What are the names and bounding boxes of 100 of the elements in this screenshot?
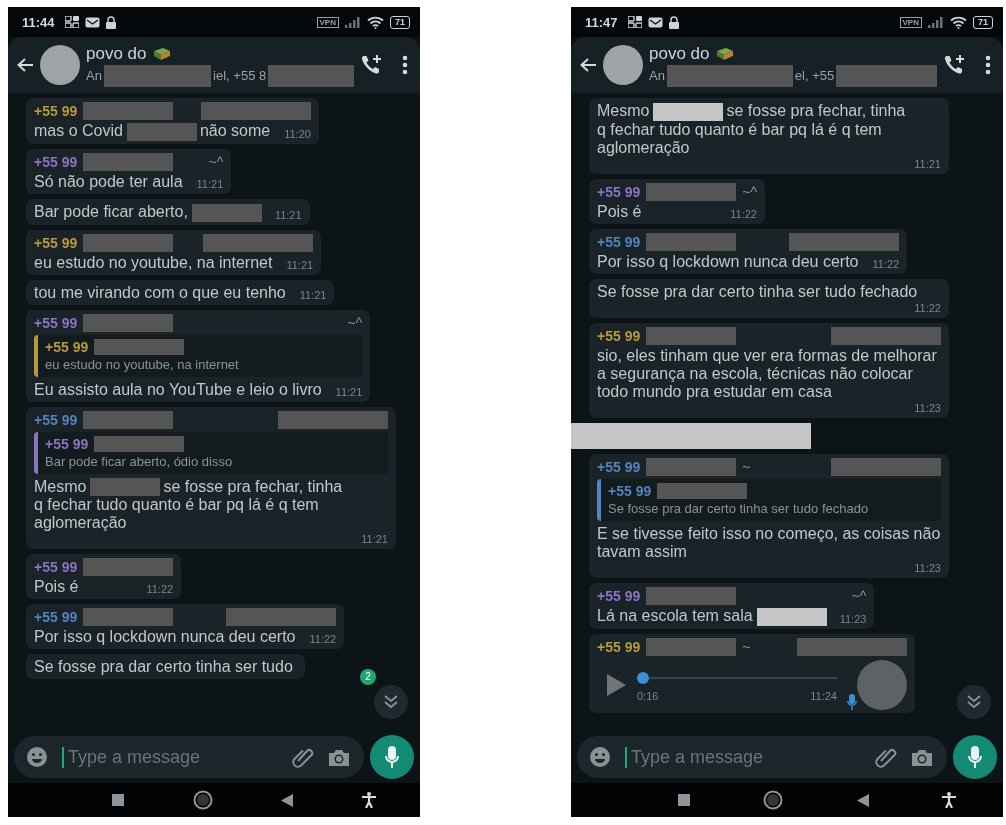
signal-icon — [928, 16, 944, 28]
sender-number: +55 99 — [608, 481, 652, 500]
message-text: aglomeração — [597, 138, 690, 157]
camera-icon[interactable] — [911, 747, 933, 767]
circle-icon[interactable] — [192, 790, 213, 810]
sender-note: ~ — [742, 637, 751, 656]
paperclip-icon[interactable] — [875, 746, 897, 768]
message-time: 11:22 — [872, 256, 900, 271]
message-text: Se fosse pra dar certo tinha ser tudo — [34, 658, 293, 677]
back-arrow-icon[interactable] — [579, 57, 597, 73]
message-time: 11:23 — [839, 611, 867, 626]
emoji-icon[interactable] — [26, 746, 48, 768]
message-text: sio, eles tinham que ver era formas de melhorar a segurança na escola, técnicas não colocar todo mundo pra estudar em casa — [597, 346, 937, 400]
message-text: Lá na escola tem sala — [597, 606, 753, 624]
scroll-down-button[interactable] — [957, 685, 991, 719]
message-text: não some — [199, 122, 271, 140]
microphone-icon — [847, 693, 857, 710]
paperclip-icon[interactable] — [292, 746, 314, 768]
add-call-icon[interactable] — [360, 54, 382, 76]
sender-number: +55 99 — [34, 102, 78, 120]
more-options-icon[interactable] — [985, 55, 991, 75]
wifi-icon — [950, 15, 967, 29]
emoji-icon[interactable] — [589, 746, 611, 768]
battery-indicator: 71 — [390, 15, 410, 29]
message-time: 11:23 — [914, 400, 941, 415]
group-avatar[interactable] — [40, 45, 80, 85]
message-text: Pois é — [597, 202, 642, 220]
message-text: se fosse pra fechar, tinha — [726, 102, 906, 120]
message-text: tou me virando com o que eu tenho — [34, 283, 286, 302]
sender-number: +55 99 — [597, 637, 641, 656]
status-time: 11:44 — [22, 14, 55, 30]
quoted-message[interactable]: +55 99 Bar pode ficar aberto, ódio disso — [34, 431, 388, 474]
quoted-text: Se fosse pra dar certo tinha ser tudo fechado — [608, 499, 870, 518]
message-text: se fosse pra fechar, tinha — [163, 477, 343, 496]
message-text: Bar pode ficar aberto, — [34, 202, 188, 221]
group-members: el, +55 — [794, 68, 835, 83]
message-time: 11:23 — [914, 560, 941, 575]
message-field[interactable]: Type a message — [14, 736, 364, 778]
message-time: 11:24 — [810, 688, 837, 703]
status-time: 11:47 — [585, 14, 618, 30]
back-arrow-icon[interactable] — [16, 57, 34, 73]
voice-message-button[interactable] — [953, 735, 997, 779]
message-text: q fechar tudo quanto é bar pq lá é q tem — [34, 496, 319, 515]
lock-icon — [668, 15, 679, 29]
sender-number: +55 99 — [597, 182, 641, 201]
sender-number: +55 99 — [34, 233, 78, 252]
square-icon[interactable] — [677, 794, 690, 806]
quoted-message[interactable]: +55 99 Se fosse pra dar certo tinha ser tudo fechado — [597, 478, 941, 521]
sender-number: +55 99 — [597, 232, 641, 251]
unread-count-badge: 2 — [360, 669, 376, 685]
play-icon[interactable] — [605, 672, 627, 697]
accessibility-icon[interactable] — [361, 792, 376, 808]
message-text: q fechar tudo quanto é bar pq lá é q tem — [597, 120, 882, 139]
photo-placeholder — [857, 659, 907, 710]
group-name[interactable]: povo do — [649, 43, 710, 64]
group-avatar[interactable] — [603, 45, 643, 85]
message-time: 11:21 — [335, 384, 363, 399]
battery-indicator: 71 — [973, 15, 993, 29]
sender-number: +55 99 — [34, 152, 78, 171]
vpn-indicator: VPN — [899, 16, 922, 28]
message-text: Eu assisto aula no YouTube e leio o livro — [34, 380, 322, 399]
triangle-icon[interactable] — [281, 793, 294, 807]
message-text: Pois é — [34, 578, 79, 597]
sender-note: ~ — [742, 457, 751, 476]
quoted-text: eu estudo no youtube, na internet — [45, 355, 240, 374]
sender-number: +55 99 — [34, 313, 78, 332]
message-time: 11:22 — [914, 300, 941, 315]
voice-message-button[interactable] — [370, 735, 414, 779]
add-call-icon[interactable] — [943, 54, 965, 76]
message-text: E se tivesse feito isso no começo, as coisas não tavam assim — [597, 524, 941, 560]
audio-duration: 0:16 — [637, 688, 659, 703]
sender-number: +55 99 — [34, 558, 78, 577]
more-options-icon[interactable] — [402, 55, 408, 75]
message-text: Por isso q lockdown nunca deu certo — [34, 628, 296, 647]
message-text: eu estudo no youtube, na internet — [34, 253, 273, 272]
quoted-text: Bar pode ficar aberto, ódio disso — [45, 452, 234, 471]
sender-number: +55 99 — [597, 457, 641, 476]
sender-number: +55 99 — [597, 586, 641, 605]
camera-icon[interactable] — [328, 747, 350, 767]
circle-icon[interactable] — [763, 790, 784, 810]
sender-number: +55 99 — [45, 434, 89, 453]
message-time: 11:21 — [914, 156, 941, 171]
message-text: Só não pode ter aula — [34, 172, 183, 191]
scroll-down-button[interactable] — [374, 685, 408, 719]
message-icon — [84, 16, 100, 28]
vpn-indicator: VPN — [316, 16, 339, 28]
message-time: 11:22 — [730, 206, 757, 221]
accessibility-icon[interactable] — [942, 792, 957, 808]
grid-icon — [64, 16, 79, 28]
signal-icon — [345, 16, 361, 28]
square-icon[interactable] — [112, 794, 125, 806]
message-field[interactable]: Type a message — [577, 736, 947, 778]
triangle-icon[interactable] — [856, 793, 869, 807]
group-name[interactable]: povo do — [86, 43, 147, 64]
sender-note: ~^ — [347, 313, 363, 332]
message-text: Mesmo — [34, 477, 87, 496]
redaction-block — [191, 203, 262, 222]
quoted-message[interactable]: +55 99 eu estudo no youtube, na internet — [34, 334, 363, 377]
microphone-icon — [385, 746, 399, 768]
seek-thumb[interactable] — [637, 671, 649, 684]
